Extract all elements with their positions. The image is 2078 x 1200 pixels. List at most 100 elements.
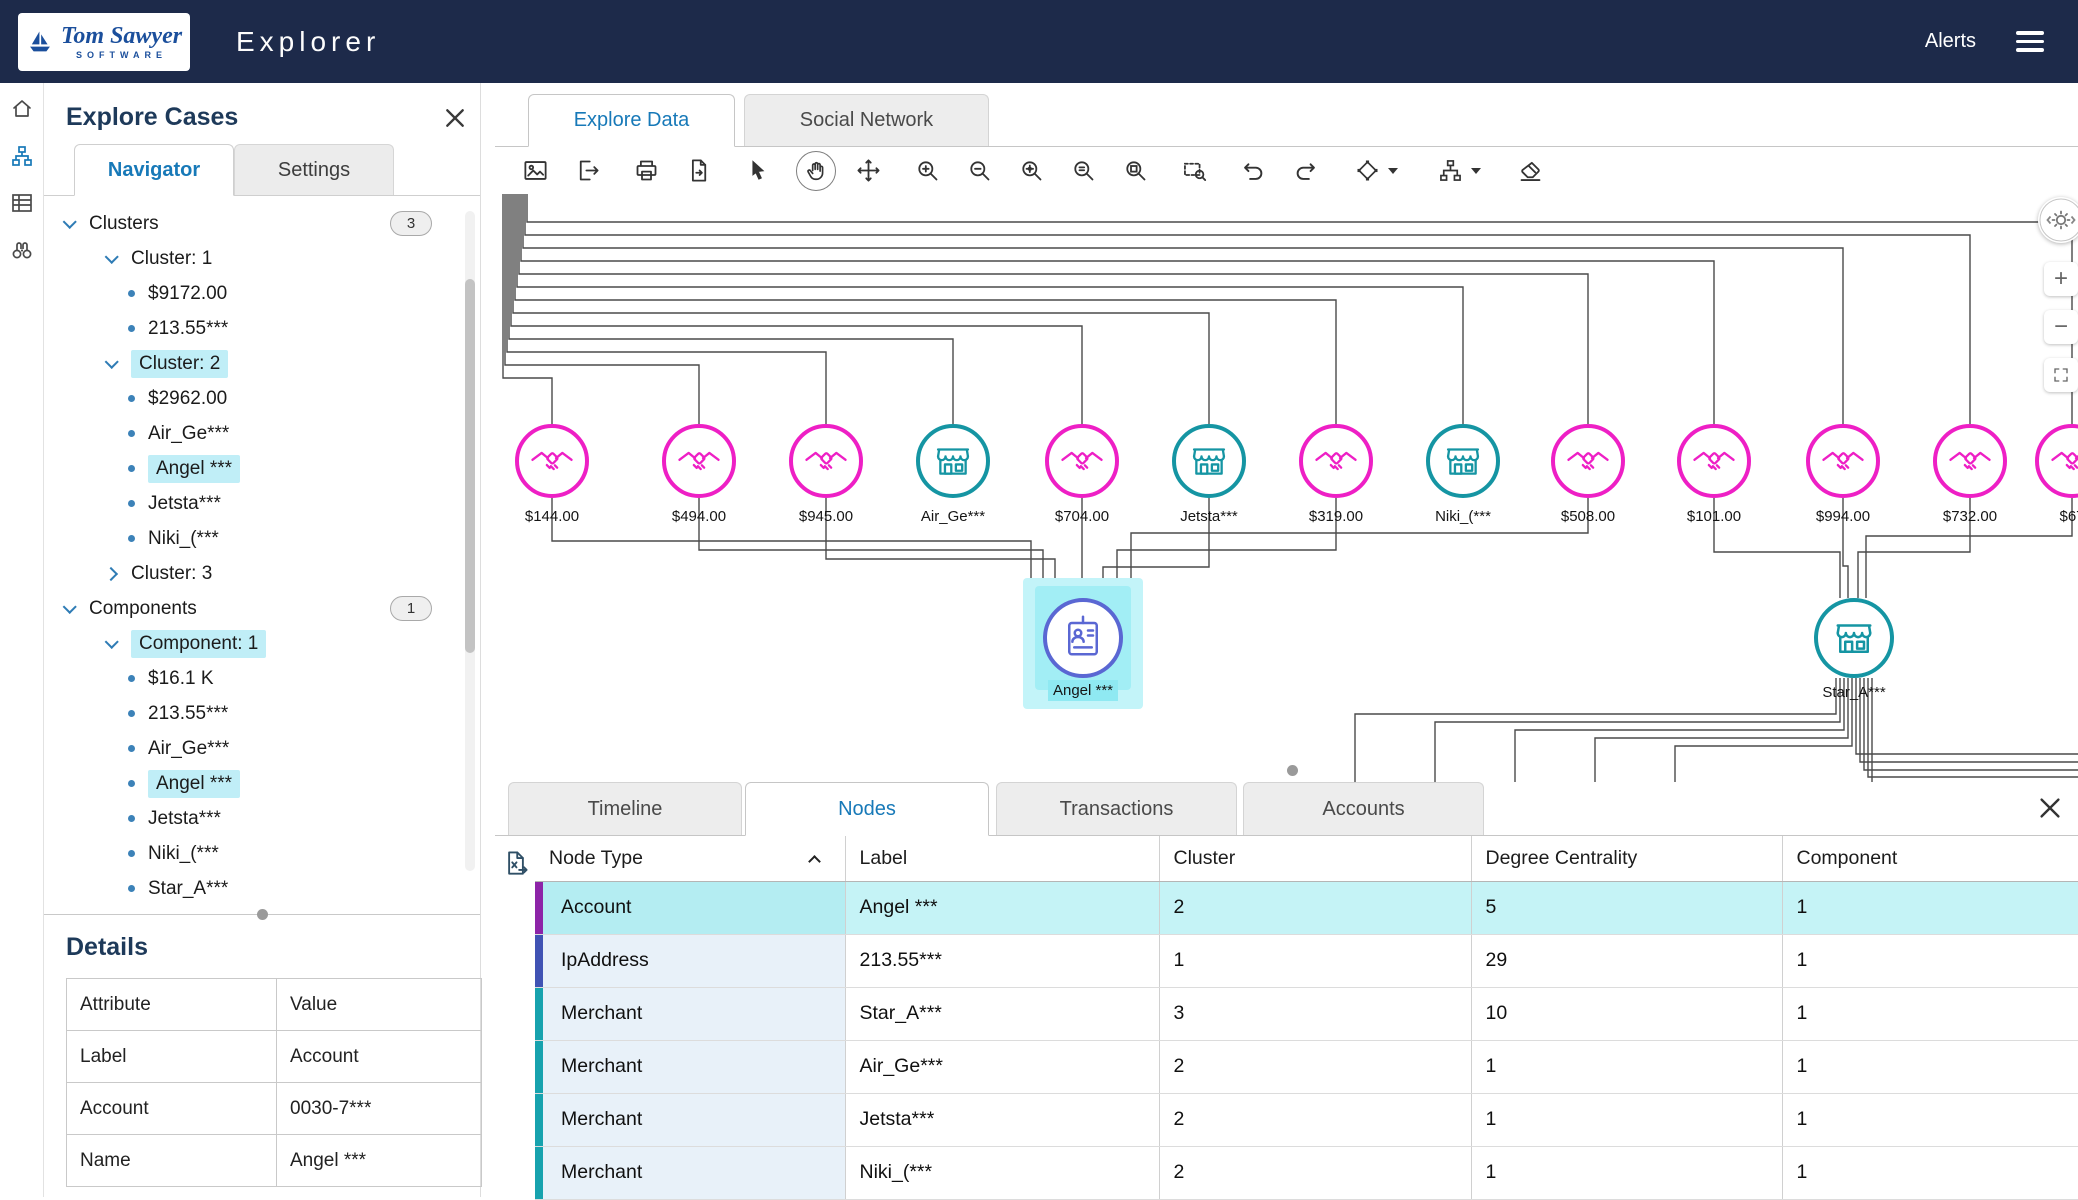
- table-row[interactable]: Merchant Jetsta*** 2 1 1: [535, 1093, 2078, 1146]
- export-icon[interactable]: [567, 151, 607, 191]
- table-row[interactable]: Merchant Air_Ge*** 2 1 1: [535, 1040, 2078, 1093]
- transaction-node[interactable]: [515, 424, 589, 498]
- tree-item[interactable]: Air_Ge***: [44, 731, 480, 766]
- export-table-icon[interactable]: [501, 848, 533, 880]
- zoom-out-button[interactable]: −: [2044, 310, 2078, 344]
- zoom-out-alt-icon[interactable]: [1063, 151, 1103, 191]
- tab-navigator[interactable]: Navigator: [74, 144, 234, 196]
- handshake-icon: [1947, 438, 1993, 484]
- splitter-handle[interactable]: [1287, 765, 1298, 776]
- binoculars-search-icon[interactable]: [10, 238, 34, 267]
- transaction-node[interactable]: [1299, 424, 1373, 498]
- tree-item[interactable]: Niki_(***: [44, 836, 480, 871]
- chevron-down-icon[interactable]: [105, 354, 119, 368]
- tree-item-cluster-1[interactable]: Cluster: 1: [44, 241, 480, 276]
- redo-icon[interactable]: [1285, 151, 1325, 191]
- tab-nodes[interactable]: Nodes: [745, 782, 989, 836]
- transaction-node[interactable]: [1551, 424, 1625, 498]
- transaction-node[interactable]: [789, 424, 863, 498]
- tab-timeline[interactable]: Timeline: [508, 782, 742, 835]
- col-component[interactable]: Component: [1782, 836, 2078, 881]
- tab-accounts[interactable]: Accounts: [1243, 782, 1484, 835]
- tree-item[interactable]: $9172.00: [44, 276, 480, 311]
- table-row[interactable]: Merchant Star_A*** 3 10 1: [535, 987, 2078, 1040]
- tree-item[interactable]: 213.55***: [44, 311, 480, 346]
- marquee-zoom-icon[interactable]: [1174, 151, 1214, 191]
- tree-item-cluster-2[interactable]: Cluster: 2: [44, 346, 480, 381]
- tree-item[interactable]: 213.55***: [44, 696, 480, 731]
- tab-explore-data[interactable]: Explore Data: [528, 94, 735, 147]
- table-row[interactable]: Merchant Niki_(*** 2 1 1: [535, 1146, 2078, 1199]
- clear-icon[interactable]: [1510, 151, 1550, 191]
- chevron-down-icon[interactable]: [1471, 168, 1481, 174]
- tree-item[interactable]: Jetsta***: [44, 801, 480, 836]
- merchant-node[interactable]: [1426, 424, 1500, 498]
- col-cluster[interactable]: Cluster: [1159, 836, 1471, 881]
- zoom-in-icon[interactable]: [907, 151, 947, 191]
- merchant-node[interactable]: [1172, 424, 1246, 498]
- layout-picker-icon[interactable]: [1344, 151, 1408, 191]
- sort-ascending-icon[interactable]: [808, 855, 821, 868]
- home-icon[interactable]: [10, 97, 34, 126]
- pan-orbit-control[interactable]: [2038, 197, 2078, 243]
- page-export-icon[interactable]: [678, 151, 718, 191]
- merchant-node[interactable]: [916, 424, 990, 498]
- move-icon[interactable]: [848, 151, 888, 191]
- tree-item-component-1[interactable]: Component: 1: [44, 626, 480, 661]
- close-icon[interactable]: [2038, 796, 2062, 820]
- fit-window-icon[interactable]: [1115, 151, 1155, 191]
- table-view-icon[interactable]: [10, 191, 34, 220]
- hierarchy-layout-icon[interactable]: [1427, 151, 1491, 191]
- tree-item-cluster-3[interactable]: Cluster: 3: [44, 556, 480, 591]
- tree-item[interactable]: $16.1 K: [44, 661, 480, 696]
- graph-canvas[interactable]: $144.00 $494.00 $945.00 Air_Ge*** $704.0…: [495, 194, 2078, 782]
- zoom-in-button[interactable]: +: [2044, 262, 2078, 296]
- tab-settings[interactable]: Settings: [234, 144, 394, 195]
- tab-transactions[interactable]: Transactions: [996, 782, 1237, 835]
- table-row[interactable]: IpAddress 213.55*** 1 29 1: [535, 934, 2078, 987]
- chevron-down-icon[interactable]: [1388, 168, 1398, 174]
- transaction-node[interactable]: [1045, 424, 1119, 498]
- tree-item[interactable]: $2962.00: [44, 381, 480, 416]
- tree-item-clusters[interactable]: Clusters3: [44, 206, 480, 241]
- tree-item[interactable]: Jetsta***: [44, 486, 480, 521]
- transaction-node[interactable]: [1677, 424, 1751, 498]
- tree-item-angel[interactable]: Angel ***: [44, 451, 480, 486]
- select-arrow-icon[interactable]: [737, 151, 777, 191]
- table-row[interactable]: Account Angel *** 2 5 1: [535, 881, 2078, 934]
- chevron-right-icon[interactable]: [104, 566, 118, 580]
- hierarchy-explorer-icon[interactable]: [10, 144, 34, 173]
- zoom-selected-icon[interactable]: [1011, 151, 1051, 191]
- fit-to-view-button[interactable]: [2044, 358, 2078, 392]
- merchant-hub-node[interactable]: [1814, 598, 1894, 678]
- zoom-out-icon[interactable]: [959, 151, 999, 191]
- image-export-icon[interactable]: [515, 151, 555, 191]
- chevron-down-icon[interactable]: [105, 249, 119, 263]
- bullet-icon: [128, 395, 135, 402]
- transaction-node[interactable]: [662, 424, 736, 498]
- tom-sawyer-logo[interactable]: Tom Sawyer SOFTWARE: [18, 13, 190, 71]
- col-node-type[interactable]: Node Type: [535, 836, 845, 881]
- transaction-node[interactable]: [1933, 424, 2007, 498]
- tree-item-angel[interactable]: Angel ***: [44, 766, 480, 801]
- chevron-down-icon[interactable]: [63, 599, 77, 613]
- col-degree-centrality[interactable]: Degree Centrality: [1471, 836, 1782, 881]
- print-icon[interactable]: [626, 151, 666, 191]
- chevron-down-icon[interactable]: [63, 214, 77, 228]
- hamburger-menu-icon[interactable]: [2016, 31, 2044, 52]
- tree-item-components[interactable]: Components1: [44, 591, 480, 626]
- transaction-node[interactable]: [1806, 424, 1880, 498]
- tree-item[interactable]: Niki_(***: [44, 521, 480, 556]
- close-icon[interactable]: [444, 107, 466, 129]
- col-label[interactable]: Label: [845, 836, 1159, 881]
- chevron-down-icon[interactable]: [105, 634, 119, 648]
- tree-item[interactable]: Star_A***: [44, 871, 480, 906]
- account-node-selected[interactable]: [1043, 598, 1123, 678]
- resize-handle[interactable]: [257, 909, 268, 920]
- scrollbar-thumb[interactable]: [465, 279, 475, 653]
- tab-social-network[interactable]: Social Network: [744, 94, 989, 146]
- undo-icon[interactable]: [1233, 151, 1273, 191]
- alerts-button[interactable]: Alerts: [1925, 30, 1976, 53]
- pan-hand-icon[interactable]: [796, 151, 836, 191]
- tree-item[interactable]: Air_Ge***: [44, 416, 480, 451]
